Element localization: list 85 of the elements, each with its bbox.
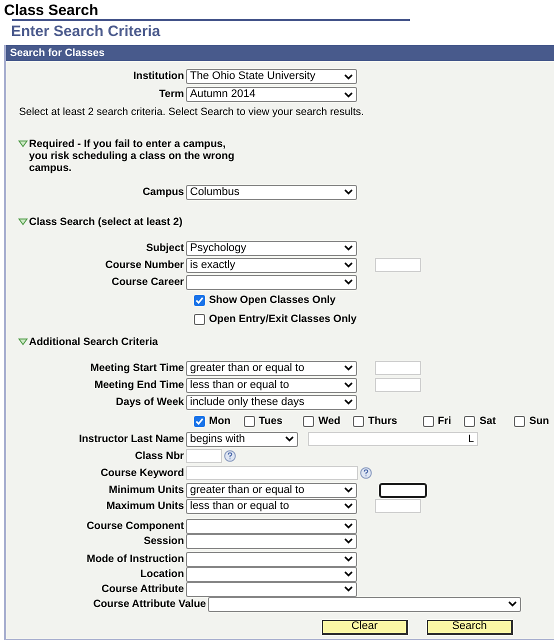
- expanded-triangle-icon[interactable]: [18, 338, 28, 346]
- field-label: Course Component: [86, 520, 185, 532]
- dropdown[interactable]: [186, 566, 357, 582]
- dropdown[interactable]: [186, 582, 357, 597]
- section-heading: Additional Search Criteria: [29, 336, 158, 348]
- page-title: Class Search: [4, 2, 100, 19]
- checkbox-label: Mon: [209, 415, 231, 428]
- checkbox-label: Thurs: [368, 415, 398, 428]
- checkbox[interactable]: [194, 416, 205, 428]
- chevron-down-icon: [344, 399, 353, 406]
- checkbox[interactable]: [464, 416, 476, 428]
- checkbox-label: Sun: [529, 415, 550, 428]
- field-label: Mode of Instruction: [86, 552, 185, 566]
- dropdown[interactable]: [186, 274, 357, 290]
- field-label: Minimum Units: [108, 484, 185, 496]
- chevron-down-icon: [344, 487, 353, 494]
- field-label: Course Career: [110, 276, 185, 288]
- field-label: Subject: [145, 242, 185, 254]
- dropdown[interactable]: [186, 534, 357, 549]
- dropdown[interactable]: [186, 552, 357, 567]
- checkbox[interactable]: [514, 416, 526, 428]
- field-label: Course Keyword: [100, 466, 185, 480]
- chevron-down-icon: [344, 503, 353, 510]
- chevron-down-icon: [344, 262, 353, 268]
- field-label: Maximum Units: [105, 500, 185, 512]
- panel-header: Search for Classes: [6, 45, 554, 61]
- dropdown[interactable]: is exactly: [186, 258, 357, 273]
- checkbox[interactable]: [422, 416, 434, 428]
- dropdown[interactable]: Autumn 2014: [186, 87, 357, 102]
- chevron-down-icon: [508, 601, 517, 608]
- dropdown[interactable]: The Ohio State University: [186, 69, 357, 84]
- section-subtitle: Enter Search Criteria: [11, 23, 160, 41]
- checkbox-label: Show Open Classes Only: [209, 294, 336, 306]
- clear-button[interactable]: Clear: [322, 620, 408, 635]
- instructions-text: Select at least 2 search criteria. Select Search to view your search results.: [19, 106, 365, 119]
- checkbox-label: Sat: [479, 415, 496, 428]
- checkbox[interactable]: [244, 416, 255, 428]
- chevron-down-icon: [344, 189, 353, 196]
- chevron-down-icon: [344, 365, 353, 372]
- checkbox[interactable]: [194, 314, 205, 325]
- chevron-down-icon: [344, 74, 353, 80]
- field-label: Session: [142, 534, 185, 548]
- dropdown[interactable]: Psychology: [186, 240, 357, 256]
- dropdown[interactable]: less than or equal to: [186, 378, 357, 393]
- dropdown[interactable]: Columbus: [186, 184, 357, 200]
- expanded-triangle-icon[interactable]: [18, 218, 28, 226]
- chevron-down-icon: [344, 382, 353, 388]
- field-label: Meeting Start Time: [89, 362, 185, 374]
- field-label: Course Number: [104, 258, 185, 272]
- dropdown[interactable]: [186, 518, 357, 534]
- chevron-down-icon: [285, 436, 294, 442]
- checkbox-label: Wed: [318, 415, 340, 428]
- dropdown[interactable]: begins with: [186, 432, 298, 447]
- chevron-down-icon: [344, 92, 353, 98]
- field-label: Course Attribute Value: [92, 598, 207, 610]
- dropdown[interactable]: [208, 596, 521, 612]
- field-label: Course Attribute: [100, 582, 185, 596]
- dropdown[interactable]: include only these days: [186, 394, 357, 410]
- section-heading: Required - If you fail to enter a campus, you risk scheduling a class on the wrong campus.: [29, 138, 236, 174]
- checkbox[interactable]: [353, 416, 364, 428]
- input-field[interactable]: [379, 482, 427, 498]
- checkbox[interactable]: [303, 416, 314, 428]
- field-label: Institution: [132, 70, 185, 83]
- help-icon[interactable]: [224, 450, 236, 462]
- chevron-down-icon: [344, 245, 353, 252]
- search-button[interactable]: Search: [427, 620, 513, 635]
- checkbox-label: Tues: [258, 415, 282, 428]
- field-label: Days of Week: [114, 396, 185, 408]
- field-label: Location: [139, 568, 185, 580]
- input-field[interactable]: L: [308, 432, 478, 446]
- dropdown[interactable]: less than or equal to: [186, 498, 357, 514]
- field-label: Term: [158, 88, 185, 101]
- section-heading: Class Search (select at least 2): [29, 216, 183, 228]
- chevron-down-icon: [344, 279, 353, 286]
- expanded-triangle-icon[interactable]: [18, 140, 28, 148]
- checkbox[interactable]: [194, 294, 205, 306]
- checkbox-label: Open Entry/Exit Classes Only: [209, 312, 357, 326]
- field-label: Class Nbr: [134, 450, 185, 462]
- field-label: Instructor Last Name: [78, 432, 185, 446]
- field-label: Campus: [142, 186, 185, 198]
- checkbox-label: Fri: [438, 415, 452, 428]
- dropdown[interactable]: greater than or equal to: [186, 360, 357, 376]
- dropdown[interactable]: greater than or equal to: [186, 482, 357, 498]
- help-icon[interactable]: [360, 467, 372, 480]
- field-label: Meeting End Time: [93, 378, 185, 392]
